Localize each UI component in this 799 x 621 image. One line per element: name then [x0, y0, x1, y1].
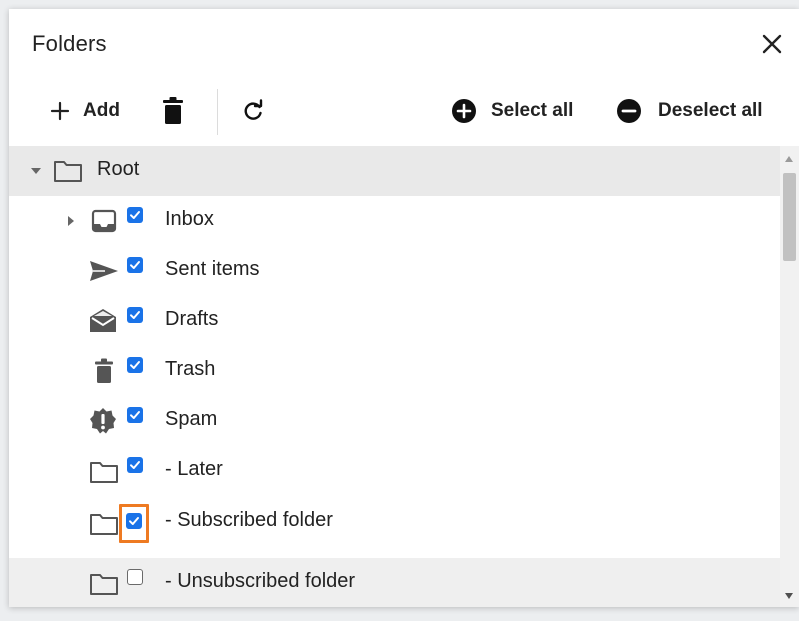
folder-icon	[87, 570, 121, 598]
tree-scrollbar[interactable]	[780, 146, 799, 607]
checkbox-unsubscribed-folder[interactable]	[127, 569, 143, 585]
close-icon	[762, 34, 782, 54]
select-all-button[interactable]: Select all	[451, 91, 573, 131]
tree-row-subscribed-folder[interactable]: - Subscribed folder	[9, 496, 780, 546]
tree-label: Drafts	[165, 308, 219, 330]
folder-tree: Root Inbox Sent items Drafts Trash Spam …	[9, 146, 780, 607]
tree-label: - Subscribed folder	[165, 509, 333, 531]
tree-row-inbox[interactable]: Inbox	[9, 196, 780, 246]
plus-icon	[50, 101, 70, 121]
tree-row-root[interactable]: Root	[9, 146, 780, 196]
folder-icon	[87, 458, 121, 486]
plus-circle-icon	[452, 99, 476, 123]
close-button[interactable]	[757, 29, 787, 59]
trash-icon	[163, 97, 183, 124]
tree-label: Trash	[165, 358, 216, 380]
tree-label: - Later	[165, 458, 223, 480]
expand-toggle-inbox[interactable]	[64, 214, 78, 228]
tree-label: Spam	[165, 408, 218, 430]
add-button-label: Add	[83, 100, 120, 121]
scroll-down-arrow-icon[interactable]	[785, 593, 793, 599]
add-button[interactable]: Add	[49, 91, 120, 131]
dialog-title: Folders	[32, 31, 107, 56]
checkbox-later[interactable]	[127, 457, 143, 473]
tree-row-trash[interactable]: Trash	[9, 346, 780, 396]
expand-toggle-root[interactable]	[29, 164, 43, 178]
scroll-up-arrow-icon[interactable]	[785, 156, 793, 162]
caret-right-icon	[68, 216, 74, 226]
tree-row-drafts[interactable]: Drafts	[9, 296, 780, 346]
deselect-all-button[interactable]: Deselect all	[616, 91, 763, 131]
refresh-icon	[244, 99, 263, 120]
select-all-label: Select all	[491, 100, 574, 121]
minus-circle-icon	[617, 99, 641, 123]
trash-icon	[87, 357, 121, 385]
checkbox-subscribed-folder[interactable]	[126, 513, 142, 529]
folders-dialog: Folders Add Select all Deselect all Root…	[9, 9, 799, 607]
checkbox-drafts[interactable]	[127, 307, 143, 323]
tree-label: Sent items	[165, 258, 260, 280]
tree-label: Inbox	[165, 208, 214, 230]
inbox-icon	[87, 207, 121, 235]
toolbar-separator	[217, 89, 218, 135]
tree-row-later[interactable]: - Later	[9, 446, 780, 496]
tree-label: - Unsubscribed folder	[165, 570, 356, 592]
send-icon	[87, 257, 121, 285]
refresh-button[interactable]	[241, 91, 265, 131]
caret-down-icon	[31, 168, 41, 174]
delete-button[interactable]	[161, 91, 185, 131]
tree-label: Root	[97, 158, 140, 180]
drafts-envelope-icon	[86, 307, 120, 335]
checkbox-trash[interactable]	[127, 357, 143, 373]
spam-icon	[86, 407, 120, 435]
checkbox-inbox[interactable]	[127, 207, 143, 223]
folder-icon	[51, 157, 85, 185]
scrollbar-thumb[interactable]	[783, 173, 796, 261]
folder-icon	[87, 510, 121, 538]
checkbox-spam[interactable]	[127, 407, 143, 423]
tree-row-spam[interactable]: Spam	[9, 396, 780, 446]
tree-row-unsubscribed-folder[interactable]: - Unsubscribed folder	[9, 558, 780, 607]
tree-row-sent-items[interactable]: Sent items	[9, 246, 780, 296]
checkbox-sent-items[interactable]	[127, 257, 143, 273]
deselect-all-label: Deselect all	[658, 100, 763, 121]
